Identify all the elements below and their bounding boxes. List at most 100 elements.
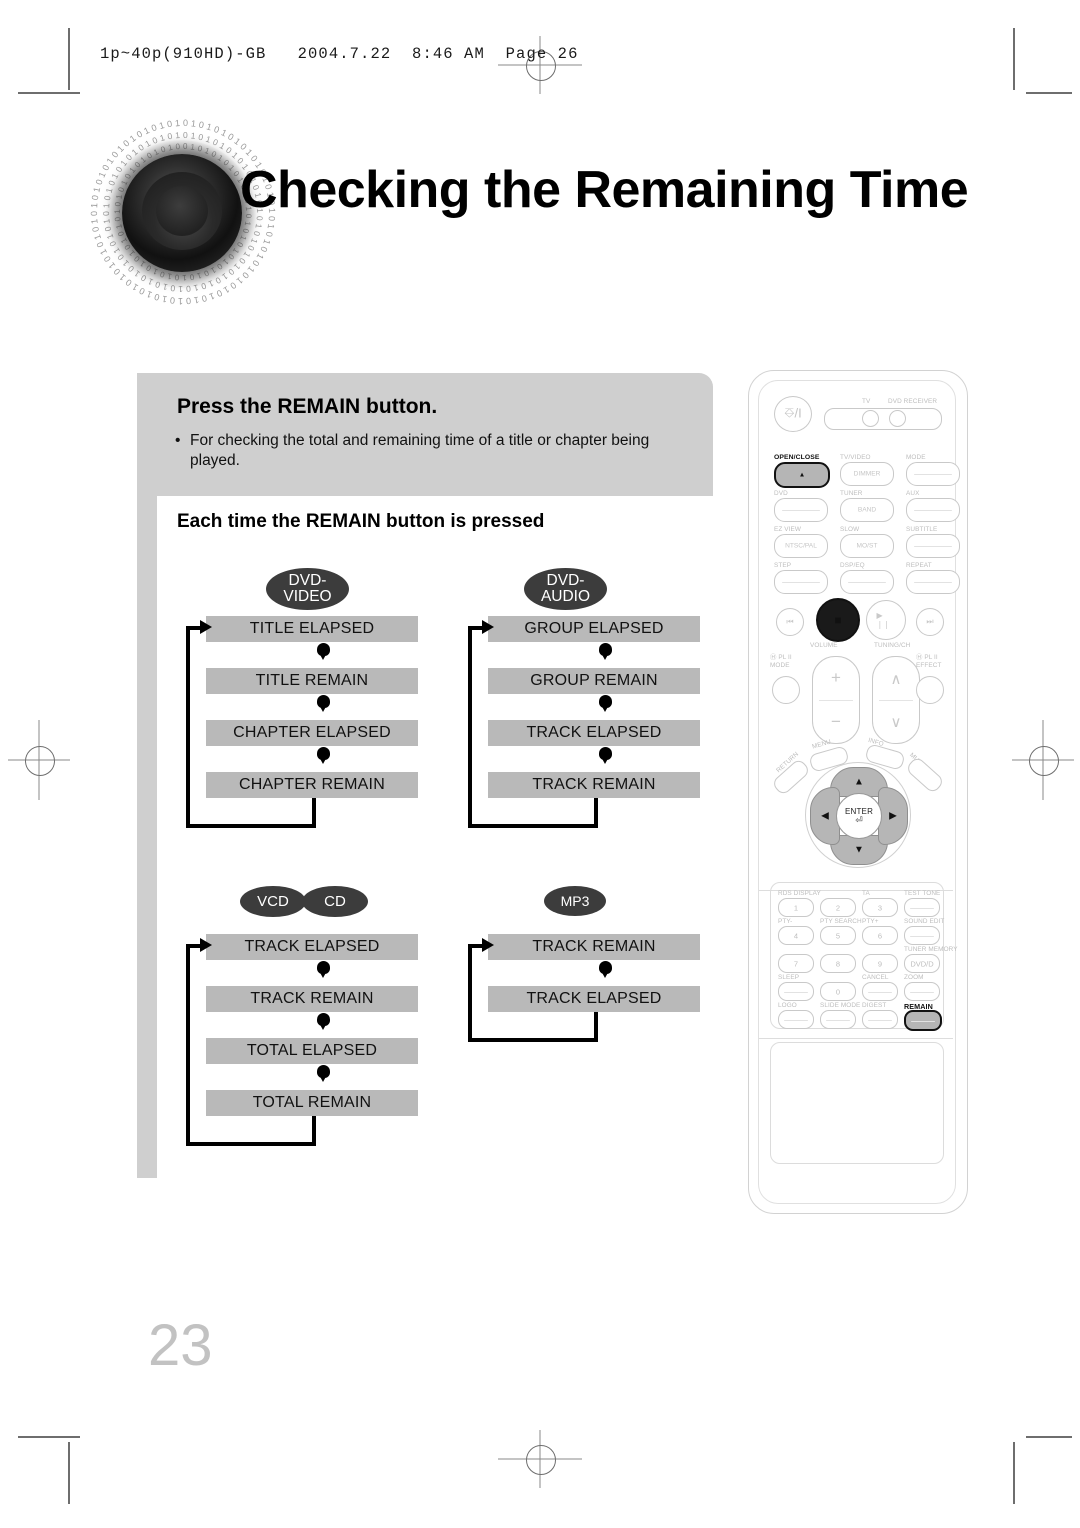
keypad-button-test-tone[interactable] (904, 898, 940, 917)
remote-button-mode[interactable] (906, 462, 960, 486)
disc-type-badge-vcd: VCD (240, 886, 306, 917)
remote-button-tuner[interactable]: BAND (840, 498, 894, 522)
keypad-button-1[interactable]: 1 (778, 898, 814, 917)
volume-up-icon[interactable]: + (831, 668, 841, 688)
button-label-subtitle: SUBTITLE (906, 526, 938, 533)
keypad-button-zoom[interactable] (904, 982, 940, 1001)
tuning-ch-rocker[interactable]: ∧ ∨ (872, 656, 920, 744)
volume-down-icon[interactable]: − (831, 712, 841, 732)
button-label-open-close: OPEN/CLOSE (774, 454, 820, 461)
remote-button-stop[interactable]: ■ (816, 598, 860, 642)
keypad-label-rds-display: RDS DISPLAY (778, 890, 821, 897)
remote-button-tv-video[interactable]: DIMMER (840, 462, 894, 486)
keypad-button-sleep[interactable] (778, 982, 814, 1001)
keypad-button-logo[interactable] (778, 1010, 814, 1029)
keypad-button-6[interactable]: 6 (862, 926, 898, 945)
remote-button-open-close[interactable]: ▲ (774, 462, 830, 488)
crop-mark-bottom-left-horizontal (18, 1436, 80, 1438)
crop-mark-top-right-horizontal (1026, 92, 1072, 94)
nav-right-button[interactable]: ▶ (878, 787, 908, 845)
registration-mark-right (1012, 720, 1074, 800)
button-label-slow: SLOW (840, 526, 860, 533)
instruction-bullet: • For checking the total and remaining t… (175, 431, 680, 472)
arrow-up-icon: ▲ (854, 776, 864, 788)
keypad-button-0[interactable]: 0 (820, 982, 856, 1001)
button-label-dvd: DVD (774, 490, 788, 497)
remote-button-skip-back[interactable]: ⏮ (776, 608, 804, 636)
keypad-button-cancel[interactable] (862, 982, 898, 1001)
instruction-panel: Press the REMAIN button. • For checking … (137, 373, 713, 496)
remote-button-play-pause[interactable]: ▶ ❘❘ (866, 600, 906, 640)
flow-dvd-audio: DVD- AUDIO GROUP ELAPSED GROUP REMAIN TRACK … (468, 568, 722, 828)
keypad-button-slide-mode[interactable] (820, 1010, 856, 1029)
keypad-button-4[interactable]: 4 (778, 926, 814, 945)
instruction-heading: Press the REMAIN button. (177, 395, 438, 418)
remote-button-pl2-effect[interactable] (916, 676, 944, 704)
flow-vcd-cd: VCD CD TRACK ELAPSED TRACK REMAIN TOTAL ELAP… (186, 886, 440, 1146)
tuning-down-icon[interactable]: ∨ (891, 713, 902, 731)
label-pl2-mode: MODE (770, 662, 790, 669)
keypad-button-5[interactable]: 5 (820, 926, 856, 945)
power-standby-icon[interactable]: ⎑/I (774, 396, 812, 432)
remote-button-dsp-eq[interactable] (840, 570, 894, 594)
remote-button-ez-view[interactable]: NTSC/PAL (774, 534, 828, 558)
flow-step: TITLE ELAPSED (206, 616, 418, 642)
bullet-dot: • (175, 432, 181, 449)
keypad-label-sound-edit: SOUND EDIT (904, 918, 945, 925)
tuning-up-icon[interactable]: ∧ (891, 670, 902, 688)
keypad-button-remain[interactable] (904, 1010, 942, 1031)
flow-step: TRACK ELAPSED (206, 934, 418, 960)
flow-step: TRACK ELAPSED (488, 986, 700, 1012)
button-label-tuner: TUNER (840, 490, 863, 497)
flow-step: TITLE REMAIN (206, 668, 418, 694)
remote-button-dvd[interactable] (774, 498, 828, 522)
remote-button-subtitle[interactable] (906, 534, 960, 558)
volume-rocker[interactable]: + − (812, 656, 860, 744)
keypad-button-8[interactable]: 8 (820, 954, 856, 973)
flow-loop-arrow-icon (482, 938, 494, 952)
arrow-left-icon: ◀ (821, 810, 829, 822)
button-label-dsp-eq: DSP/EQ (840, 562, 865, 569)
selector-indicator-dvd[interactable] (889, 410, 906, 427)
keypad-button-3[interactable]: 3 (862, 898, 898, 917)
skip-forward-icon: ⏭ (926, 617, 934, 626)
keypad-label-cancel: CANCEL (862, 974, 889, 981)
keypad-button-dvd-d[interactable]: DVD/D (904, 954, 940, 973)
registration-mark-left (8, 720, 70, 800)
remote-button-slow[interactable]: MO/ST (840, 534, 894, 558)
selector-indicator-tv[interactable] (862, 410, 879, 427)
button-label-mode: MODE (906, 454, 926, 461)
remote-button-pl2-mode[interactable] (772, 676, 800, 704)
flow-loop-arrow-icon (482, 620, 494, 634)
remote-button-repeat[interactable] (906, 570, 960, 594)
flow-loop-connector-left (186, 944, 190, 1146)
enter-button[interactable]: ENTER ⏎ (836, 793, 882, 839)
flow-step: TRACK REMAIN (206, 986, 418, 1012)
bullet-text: For checking the total and remaining tim… (190, 432, 650, 470)
crop-mark-bottom-right-vertical (1013, 1442, 1015, 1504)
nav-wheel: ▲ ▼ ◀ ▶ ENTER ⏎ (805, 762, 911, 868)
disc-type-badge-dvd-video: DVD- VIDEO (266, 568, 349, 610)
tv-dvd-selector-switch[interactable] (824, 408, 942, 430)
flow-loop-arrow-icon (200, 938, 212, 952)
disc-type-badge-cd: CD (302, 886, 368, 917)
remote-button-aux[interactable] (906, 498, 960, 522)
button-label-step: STEP (774, 562, 792, 569)
selector-label-tv: TV (862, 398, 871, 405)
arrow-down-icon: ▼ (854, 844, 864, 856)
keypad-label-slide-mode: SLIDE MODE (820, 1002, 861, 1009)
button-label-tv-video: TV/VIDEO (840, 454, 871, 461)
keypad-button-2[interactable]: 2 (820, 898, 856, 917)
keypad-button-sound-edit[interactable] (904, 926, 940, 945)
flow-mp3: MP3 TRACK REMAIN TRACK ELAPSED (468, 886, 722, 1042)
page-number: 23 (148, 1313, 213, 1378)
keypad-button-7[interactable]: 7 (778, 954, 814, 973)
skip-back-icon: ⏮ (786, 617, 794, 626)
keypad-button-digest[interactable] (862, 1010, 898, 1029)
remote-button-step[interactable] (774, 570, 828, 594)
keypad-button-9[interactable]: 9 (862, 954, 898, 973)
keypad-label-pty-search: PTY SEARCH (820, 918, 862, 925)
remote-button-skip-forward[interactable]: ⏭ (916, 608, 944, 636)
keypad-label-ta: TA (862, 890, 870, 897)
selector-label-dvd-receiver: DVD RECEIVER (888, 398, 938, 405)
